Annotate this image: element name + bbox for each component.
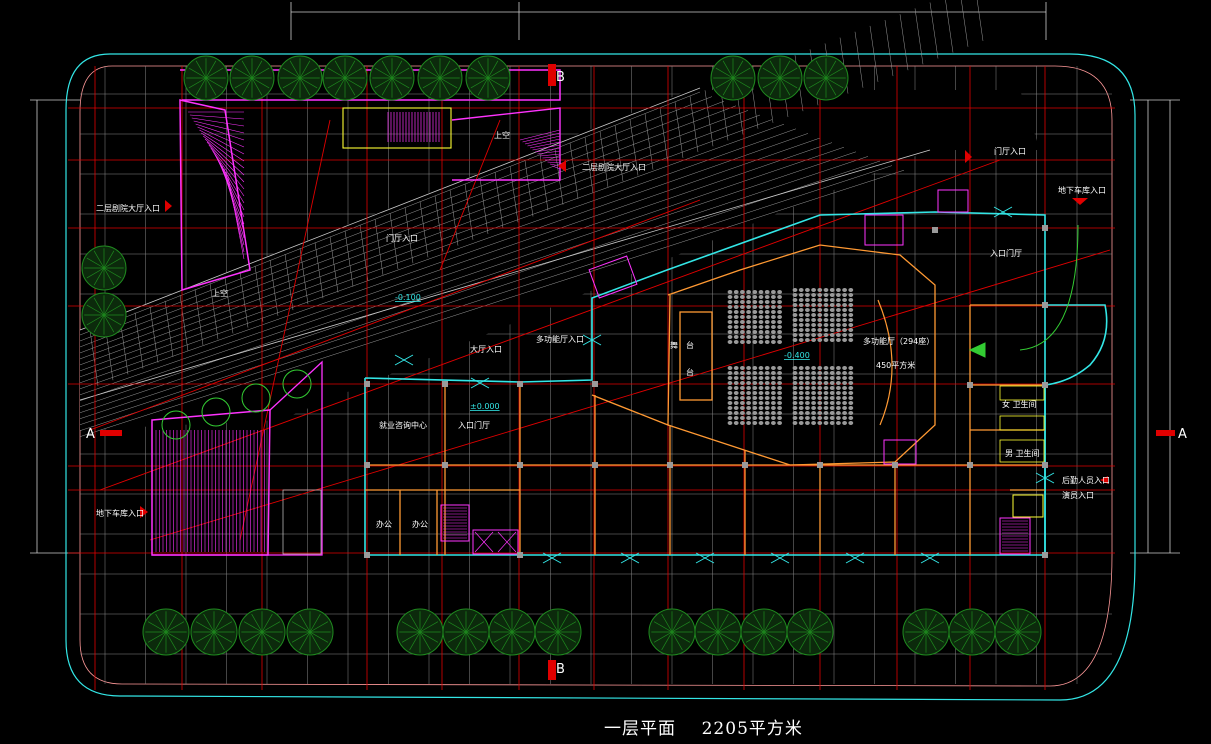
label-level-neg-0100: -0.100	[395, 293, 421, 302]
label-office-2: 办公	[412, 519, 428, 529]
label-upper-void-b: 上空	[212, 288, 228, 298]
floor-plan: B B A A 二层剧院大厅入口 二层剧院大厅入口 门厅入口 上空 上空 -0.…	[30, 0, 1187, 701]
section-a-right: A	[1178, 427, 1187, 442]
label-female-wc: 女 卫生间	[1002, 399, 1037, 409]
label-basement-garage-entry-right: 地下车库入口	[1058, 185, 1106, 195]
label-entry-foyer-left: 入口门厅	[458, 420, 490, 430]
label-staff-entry: 后勤人员入口	[1062, 475, 1110, 485]
label-employment-center: 就业咨询中心	[379, 420, 427, 430]
label-lobby-entry: 门厅入口	[386, 233, 418, 243]
label-office-1: 办公	[376, 519, 392, 529]
label-entry-foyer-right: 入口门厅	[990, 248, 1022, 258]
label-second-floor-hall-entry-right: 二层剧院大厅入口	[582, 162, 646, 172]
label-multi-hall-entry: 多功能厅入口	[536, 334, 584, 344]
label-level-0000: ±0.000	[470, 402, 500, 411]
section-b-bottom: B	[556, 662, 565, 677]
label-basement-garage-entry-left: 地下车库入口	[96, 508, 144, 518]
section-b-top: B	[556, 70, 565, 85]
drawing-title: 一层平面 2205平方米	[604, 719, 803, 739]
label-second-floor-hall-entry-left: 二层剧院大厅入口	[96, 203, 160, 213]
label-upper-void-a: 上空	[494, 130, 510, 140]
label-multi-hall-name: 多功能厅（294座）	[863, 336, 934, 346]
section-a-left: A	[86, 427, 95, 442]
label-performer-entry: 演员入口	[1062, 490, 1094, 500]
label-male-wc: 男 卫生间	[1005, 448, 1040, 458]
label-foyer-entry-top: 门厅入口	[994, 146, 1026, 156]
label-hall-entry: 大厅入口	[470, 344, 502, 354]
label-level-neg-0400: -0.400	[784, 351, 810, 360]
label-stage-right: 台	[686, 340, 694, 350]
label-stage-left: 舞	[670, 340, 678, 350]
label-stage-bottom: 台	[686, 367, 694, 377]
label-multi-hall-area: 450平方米	[876, 360, 915, 370]
